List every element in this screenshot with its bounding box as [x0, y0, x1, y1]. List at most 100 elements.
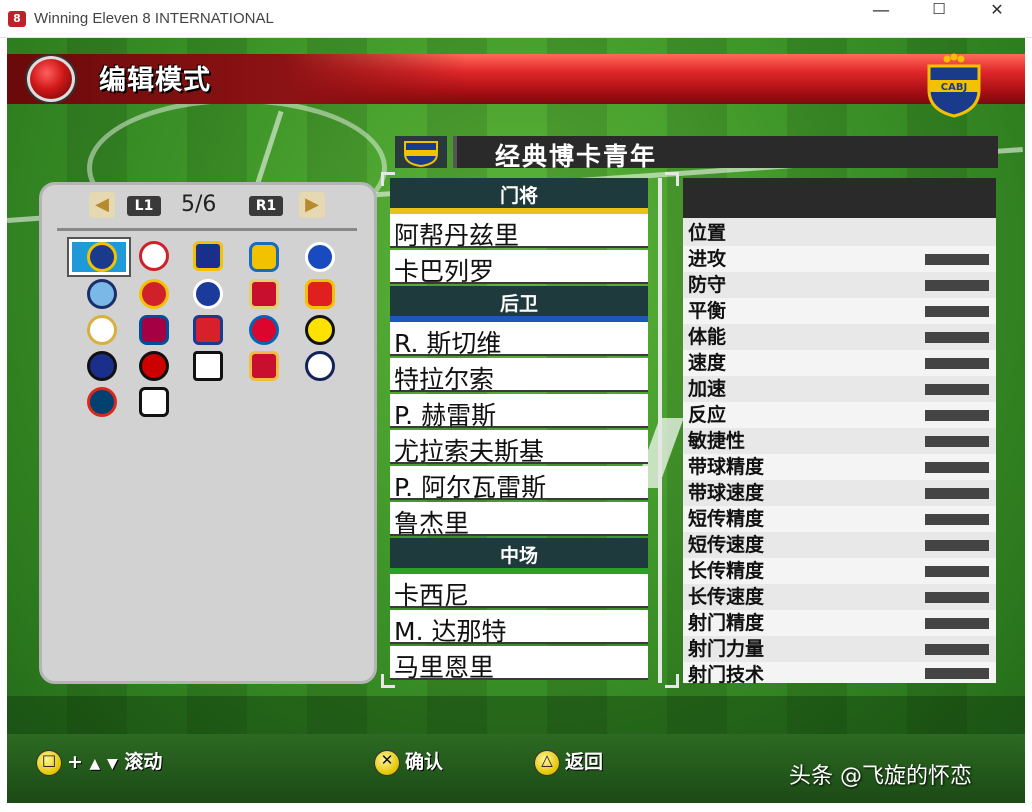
stat-label: 反应	[688, 404, 727, 426]
bayern-crest-icon[interactable]	[247, 315, 281, 345]
juventus-crest-icon[interactable]	[191, 351, 225, 381]
stat-bar	[925, 306, 989, 317]
team-name: 经典博卡青年	[495, 142, 658, 171]
maximize-button[interactable]: ☐	[910, 0, 968, 38]
real-madrid-crest-icon[interactable]	[85, 315, 119, 345]
square-button-icon: □	[37, 750, 61, 775]
stat-bar	[925, 668, 989, 679]
yellow-crown-crest-icon[interactable]	[191, 241, 225, 271]
player-row[interactable]: P. 赫雷斯	[390, 394, 648, 430]
stat-label: 速度	[688, 352, 727, 374]
newcastle-crest-icon[interactable]	[137, 387, 171, 417]
player-row[interactable]: 卡西尼	[390, 574, 648, 610]
stat-label: 射门力量	[688, 638, 765, 660]
position-label: 后卫	[499, 293, 538, 315]
position-label: 门将	[499, 185, 538, 207]
position-label: 中场	[499, 545, 538, 567]
r1-button-icon[interactable]: R1	[249, 196, 283, 216]
stat-bar	[925, 618, 989, 629]
roma-crest-icon[interactable]	[247, 351, 281, 381]
player-name: P. 阿尔瓦雷斯	[394, 473, 547, 502]
atletico-crest-icon[interactable]	[191, 315, 225, 345]
close-button[interactable]: ✕	[968, 0, 1026, 38]
man-united-crest-icon[interactable]	[137, 279, 171, 309]
player-row[interactable]: 鲁杰里	[390, 502, 648, 538]
crest-text: CABJ	[941, 82, 967, 93]
page-title: 编辑模式	[99, 65, 211, 96]
player-row[interactable]: R. 斯切维	[390, 322, 648, 358]
player-name: 卡西尼	[394, 581, 470, 610]
ac-milan-crest-icon[interactable]	[137, 351, 171, 381]
stat-label: 射门精度	[688, 612, 765, 634]
header-shade	[7, 54, 467, 104]
bracket-corner	[665, 674, 679, 688]
stat-label: 加速	[688, 378, 727, 400]
stat-row: 长传速度	[683, 584, 996, 610]
team-crest-icon: CABJ	[927, 53, 981, 118]
confirm-hint[interactable]: ✕ 确认	[375, 748, 443, 776]
stat-bar	[925, 436, 989, 447]
stat-bar	[925, 332, 989, 343]
psg-crest-icon[interactable]	[85, 387, 119, 417]
back-label: 返回	[565, 751, 604, 773]
player-name: 鲁杰里	[394, 509, 470, 538]
player-row[interactable]: P. 阿尔瓦雷斯	[390, 466, 648, 502]
arsenal-crest-icon[interactable]	[303, 279, 337, 309]
stat-bar	[925, 384, 989, 395]
player-row[interactable]: 特拉尔索	[390, 358, 648, 394]
back-hint[interactable]: △ 返回	[535, 748, 603, 776]
player-row[interactable]: M. 达那特	[390, 610, 648, 646]
blue-yellow-crest-icon[interactable]	[247, 242, 281, 272]
liverpool-crest-icon[interactable]	[247, 279, 281, 309]
next-page-arrow-icon[interactable]: ▶	[299, 192, 325, 218]
stat-row: 加速	[683, 376, 996, 402]
player-row[interactable]: 阿帮丹兹里	[390, 214, 648, 250]
barcelona-crest-icon[interactable]	[137, 315, 171, 345]
river-plate-crest-icon[interactable]	[137, 241, 171, 271]
stat-label: 体能	[688, 326, 727, 348]
stat-row: 平衡	[683, 298, 996, 324]
roster-scrollbar-track[interactable]	[658, 178, 662, 683]
inter-crest-icon[interactable]	[85, 351, 119, 381]
stat-label: 位置	[688, 222, 727, 244]
up-arrow-icon: ▲	[89, 756, 101, 772]
player-row[interactable]: 尤拉索夫斯基	[390, 430, 648, 466]
prev-page-arrow-icon[interactable]: ◀	[89, 192, 115, 218]
tottenham-crest-icon[interactable]	[303, 351, 337, 381]
stat-label: 长传精度	[688, 560, 765, 582]
player-stats-panel: 位置 进攻 防守 平衡 体能 速度 加速 反应 敏捷性 带球精度 带球速度 短传…	[683, 178, 996, 686]
stat-bar	[925, 540, 989, 551]
cruzeiro-crest-icon[interactable]	[303, 242, 337, 272]
l1-button-icon[interactable]: L1	[127, 196, 161, 216]
player-name: 阿帮丹兹里	[394, 221, 520, 250]
stat-bar	[925, 410, 989, 421]
player-name: P. 赫雷斯	[394, 401, 497, 430]
minimize-button[interactable]: —	[852, 0, 910, 38]
scroll-hint: □ + ▲ ▼ 滚动	[37, 748, 162, 776]
stat-row: 进攻	[683, 246, 996, 272]
player-row[interactable]: 马里恩里	[390, 646, 648, 682]
chelsea-crest-icon[interactable]	[191, 279, 225, 309]
player-name: 尤拉索夫斯基	[394, 437, 545, 466]
boca-juniors-crest-icon[interactable]	[85, 242, 119, 272]
dortmund-crest-icon[interactable]	[303, 315, 337, 345]
confirm-label: 确认	[405, 751, 444, 773]
stat-label: 敏捷性	[688, 430, 746, 452]
stat-row: 防守	[683, 272, 996, 298]
stat-bar	[925, 514, 989, 525]
stat-label: 长传速度	[688, 586, 765, 608]
plus-symbol: +	[67, 751, 83, 773]
watermark: 头条 @飞旋的怀恋	[789, 764, 972, 789]
down-arrow-icon: ▼	[106, 756, 118, 772]
team-page-navigator: ◀ L1 5/6 R1 ▶	[89, 192, 329, 222]
stat-label: 防守	[688, 274, 727, 296]
player-name: 卡巴列罗	[394, 257, 495, 286]
stat-row: 敏捷性	[683, 428, 996, 454]
stat-bar	[925, 280, 989, 291]
triangle-button-icon: △	[535, 750, 559, 775]
stat-label: 射门技术	[688, 664, 765, 686]
player-row[interactable]: 卡巴列罗	[390, 250, 648, 286]
player-name: M. 达那特	[394, 617, 507, 646]
bracket-corner	[665, 172, 679, 186]
man-city-crest-icon[interactable]	[85, 279, 119, 309]
